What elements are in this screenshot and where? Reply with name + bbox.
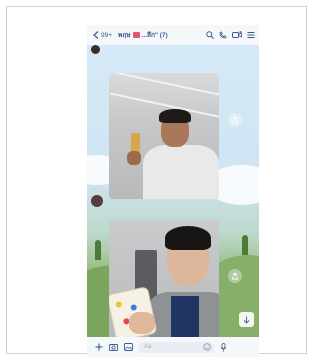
save-button[interactable] bbox=[228, 269, 242, 283]
sender-avatar[interactable] bbox=[91, 45, 100, 54]
person-hair bbox=[165, 226, 211, 250]
sender-avatar[interactable] bbox=[91, 195, 103, 207]
person-hand bbox=[129, 312, 155, 334]
tree-decoration bbox=[95, 240, 101, 260]
back-chevron-icon bbox=[93, 31, 99, 39]
message-input[interactable]: Aa bbox=[139, 341, 214, 353]
person-shirt bbox=[143, 145, 219, 199]
share-button[interactable] bbox=[228, 113, 242, 127]
menu-icon[interactable] bbox=[247, 31, 255, 39]
chat-title-suffix: ...ลึก" (7) bbox=[141, 32, 168, 39]
save-icon bbox=[231, 272, 239, 280]
chat-header: 99+ พฤษ ...ลึก" (7) bbox=[87, 25, 259, 45]
scroll-down-icon bbox=[243, 316, 250, 324]
person-hand bbox=[127, 151, 141, 165]
chat-title[interactable]: พฤษ ...ลึก" (7) bbox=[118, 30, 168, 40]
share-icon bbox=[231, 116, 239, 124]
phone-icon[interactable] bbox=[219, 31, 227, 39]
message-placeholder: Aa bbox=[144, 344, 152, 350]
add-icon[interactable] bbox=[95, 343, 103, 351]
message-composer: Aa bbox=[87, 337, 259, 357]
video-call-icon[interactable] bbox=[232, 31, 242, 39]
screenshot-frame: 99+ พฤษ ...ลึก" (7) Aa bbox=[6, 6, 307, 357]
person-hair bbox=[159, 109, 191, 123]
camera-icon[interactable] bbox=[109, 343, 118, 351]
unread-count: 99+ bbox=[101, 31, 113, 39]
chat-screen: 99+ พฤษ ...ลึก" (7) Aa bbox=[87, 25, 259, 357]
emoji-icon[interactable] bbox=[203, 342, 211, 351]
mic-icon[interactable] bbox=[220, 342, 227, 352]
photo-message[interactable] bbox=[109, 73, 219, 199]
ceiling-light bbox=[110, 73, 219, 98]
back-button[interactable]: 99+ bbox=[93, 31, 112, 39]
gallery-icon[interactable] bbox=[124, 343, 133, 351]
cup-print bbox=[130, 303, 138, 312]
cup-print bbox=[115, 300, 123, 309]
search-icon[interactable] bbox=[206, 31, 214, 39]
scroll-down-button[interactable] bbox=[239, 312, 254, 327]
tree-decoration bbox=[242, 235, 248, 255]
photo-message[interactable] bbox=[109, 220, 219, 350]
gift-emoji-icon bbox=[132, 32, 140, 38]
chat-title-text: พฤษ bbox=[118, 32, 131, 39]
